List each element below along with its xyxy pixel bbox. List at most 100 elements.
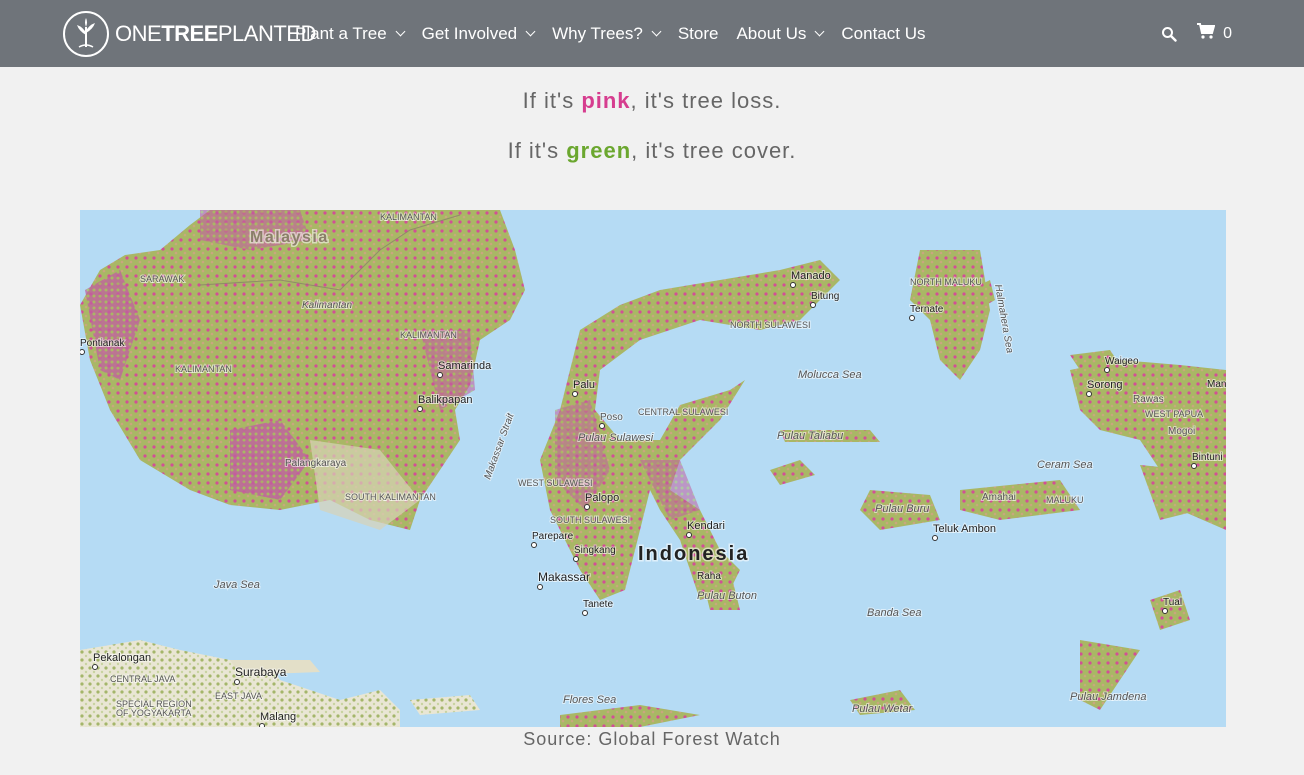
- map-label-tanete: Tanete: [583, 599, 613, 610]
- bali-lombok: [410, 695, 480, 715]
- city-marker-tual: [1162, 608, 1168, 614]
- header-actions: 0: [1161, 0, 1232, 67]
- cart-button[interactable]: 0: [1197, 23, 1232, 44]
- flores-islands: [560, 705, 700, 727]
- city-marker-bitung: [810, 302, 816, 308]
- city-marker-malang: [259, 723, 265, 727]
- city-marker-palopo: [584, 504, 590, 510]
- legend-text: , it's tree loss.: [630, 88, 782, 113]
- city-marker-poso: [599, 423, 605, 429]
- city-marker-teluk-ambon: [932, 535, 938, 541]
- city-marker-samarinda: [437, 372, 443, 378]
- map-label-pulau-buru: Pulau Buru: [875, 503, 929, 515]
- map-label-bintuni: Bintuni: [1192, 452, 1223, 463]
- map-label-central-java: CENTRAL JAVA: [110, 674, 175, 684]
- logo-wordmark: ONETREEPLANTED: [115, 21, 316, 46]
- map-label-rawas: Rawas: [1133, 394, 1164, 405]
- map-label-west-sulawesi: WEST SULAWESI: [518, 478, 593, 488]
- map-label-tual: Tual: [1163, 597, 1182, 608]
- map-label-poso: Poso: [600, 412, 623, 423]
- map-label-java-sea: Java Sea: [213, 579, 260, 591]
- map-label-pulau-buton: Pulau Buton: [697, 590, 757, 602]
- site-logo[interactable]: ONETREEPLANTED: [63, 10, 316, 58]
- nav-get-involved[interactable]: Get Involved: [422, 24, 536, 44]
- map-label-pekalongan: Pekalongan: [93, 652, 151, 664]
- city-marker-waigeo: [1104, 367, 1110, 373]
- nav-store[interactable]: Store: [678, 24, 719, 44]
- map-label-west-kalimantan: KALIMANTAN: [175, 364, 232, 374]
- map-label-of-yogyakarta: OF YOGYAKARTA: [116, 708, 191, 718]
- map-label-north-maluku: NORTH MALUKU: [910, 277, 982, 287]
- site-header: ONETREEPLANTED Plant a Tree Get Involved…: [0, 0, 1304, 67]
- map-label-sorong: Sorong: [1087, 379, 1122, 391]
- map-label-south-kalimantan: SOUTH KALIMANTAN: [345, 492, 436, 502]
- city-marker-makassar: [537, 584, 543, 590]
- cart-count: 0: [1223, 24, 1232, 42]
- map-source-caption: Source: Global Forest Watch: [523, 729, 781, 749]
- chevron-down-icon: [814, 26, 825, 37]
- map-label-pulau-wetar: Pulau Wetar: [852, 703, 914, 715]
- city-marker-manado: [790, 282, 796, 288]
- map-label-pulau-sulawesi: Pulau Sulawesi: [578, 432, 654, 444]
- map-label-south-sulawesi: SOUTH SULAWESI: [550, 515, 630, 525]
- tree-logo-icon: [63, 11, 109, 57]
- city-marker-pontianak: [80, 349, 85, 355]
- legend-text: If it's: [522, 88, 582, 113]
- nav-contact-us[interactable]: Contact Us: [841, 24, 925, 44]
- map-label-singkang: Singkang: [574, 545, 616, 556]
- main-nav: Plant a Tree Get Involved Why Trees? Sto…: [295, 0, 944, 67]
- city-marker-bintuni: [1191, 463, 1197, 469]
- map-label-kendari: Kendari: [687, 520, 725, 532]
- map-label-maluku: MALUKU: [1046, 495, 1084, 505]
- map-label-ternate: Ternate: [910, 304, 944, 315]
- map-label-palangkaraya: Palangkaraya: [285, 458, 347, 469]
- map-label-samarinda: Samarinda: [438, 360, 492, 372]
- map-label-east-java: EAST JAVA: [215, 691, 262, 701]
- map-label-makassar-strait: Makassar Strait: [482, 411, 517, 481]
- city-marker-singkang: [573, 556, 579, 562]
- kei-islands: [1150, 590, 1190, 630]
- nav-plant-a-tree[interactable]: Plant a Tree: [295, 24, 406, 44]
- sula-islands: [770, 460, 815, 485]
- map-label-pulau-taliabu: Pulau Taliabu: [777, 430, 843, 442]
- city-marker-pekalongan: [92, 664, 98, 670]
- city-marker-palu: [572, 391, 578, 397]
- map-label-indonesia: Indonesia: [638, 543, 749, 565]
- map-label-pulau-jamdena: Pulau Jamdena: [1070, 691, 1146, 703]
- nav-about-us[interactable]: About Us: [736, 24, 825, 44]
- chevron-down-icon: [395, 26, 406, 37]
- map-label-palopo: Palopo: [585, 492, 619, 504]
- map-canvas: Malaysia KALIMANTAN SARAWAK Kalimantan Ponti…: [80, 210, 1226, 727]
- map-label-halmahera-sea: Halmahera Sea: [992, 284, 1015, 355]
- map-label-kalimantan: Kalimantan: [302, 300, 352, 311]
- map-label-balikpapan: Balikpapan: [418, 394, 472, 406]
- city-marker-ternate: [909, 315, 915, 321]
- legend-green-word: green: [566, 138, 632, 163]
- map-label-east-kalimantan: KALIMANTAN: [400, 330, 457, 340]
- city-marker-kendari: [686, 532, 692, 538]
- map-label-molucca-sea: Molucca Sea: [798, 369, 862, 381]
- map-label-banda-sea: Banda Sea: [867, 607, 921, 619]
- map-label-north-sulawesi: NORTH SULAWESI: [730, 320, 811, 330]
- map-label-teluk-ambon: Teluk Ambon: [933, 523, 996, 535]
- map-label-sarawak: SARAWAK: [140, 274, 184, 284]
- map-label-manado: Manado: [791, 270, 831, 282]
- map-label-pontianak: Pontianak: [80, 338, 125, 349]
- forest-map[interactable]: Malaysia KALIMANTAN SARAWAK Kalimantan Ponti…: [80, 210, 1226, 727]
- shopping-cart-icon: [1197, 23, 1216, 44]
- map-label-raha: Raha: [697, 571, 721, 582]
- map-label-malaysia: Malaysia: [250, 229, 329, 246]
- chevron-down-icon: [651, 26, 662, 37]
- nav-why-trees[interactable]: Why Trees?: [552, 24, 662, 44]
- map-label-west-papua: WEST PAPUA: [1145, 409, 1203, 419]
- city-marker-balikpapan: [417, 406, 423, 412]
- city-marker-tanete: [582, 610, 588, 616]
- search-icon[interactable]: [1161, 26, 1177, 42]
- map-label-mogoi: Mogoi: [1168, 426, 1195, 437]
- map-label-surabaya: Surabaya: [235, 665, 287, 679]
- map-label-kalimantan-top: KALIMANTAN: [380, 212, 437, 222]
- city-marker-parepare: [531, 542, 537, 548]
- map-label-ceram-sea: Ceram Sea: [1037, 459, 1093, 471]
- map-label-waigeo: Waigeo: [1105, 356, 1139, 367]
- legend-text: If it's: [507, 138, 567, 163]
